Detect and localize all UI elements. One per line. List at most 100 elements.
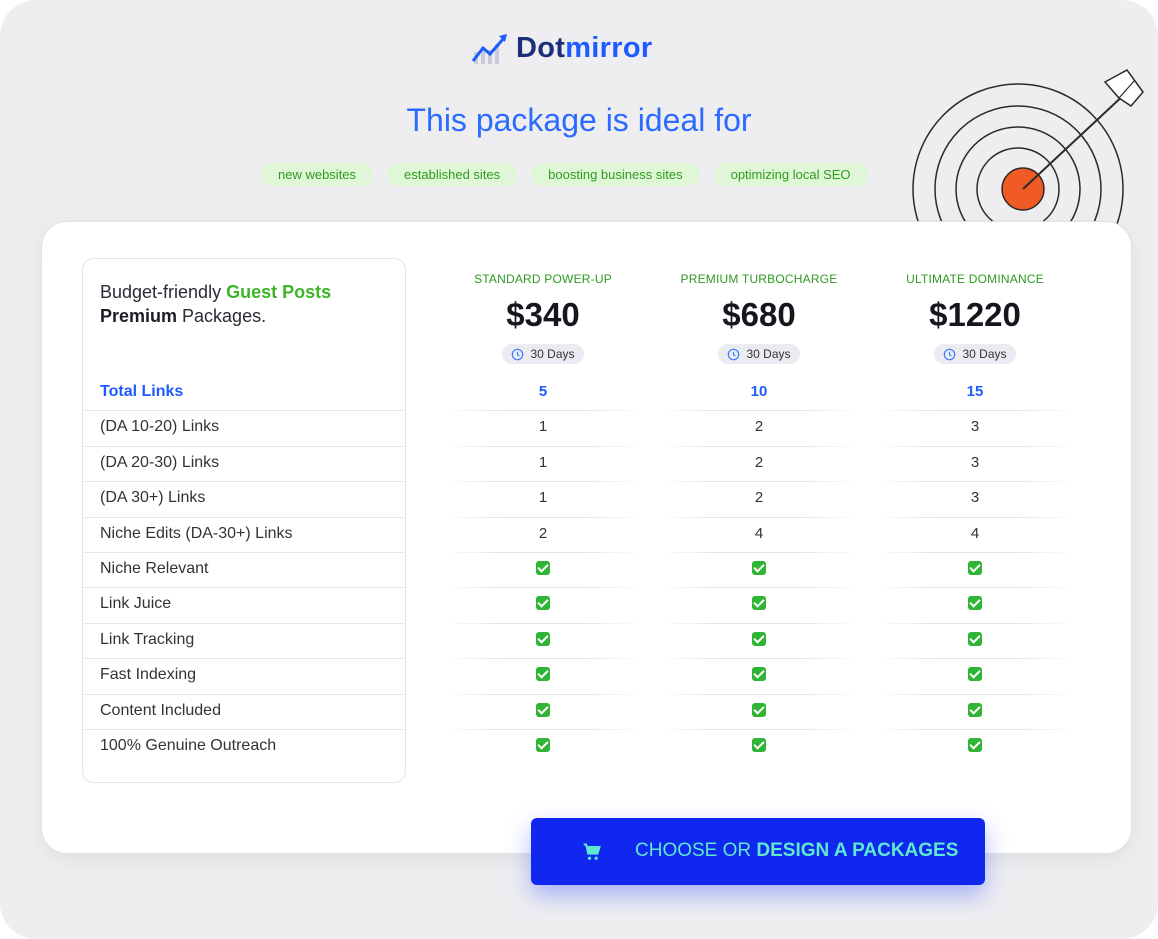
checkmark-icon xyxy=(968,738,982,752)
brand-name-part1: Dot xyxy=(516,31,566,64)
checkmark-icon xyxy=(968,667,982,682)
feature-value xyxy=(435,702,651,721)
feature-value xyxy=(651,667,867,685)
plan-column-2: ULTIMATE DOMINANCE $1220 30 Days xyxy=(867,272,1083,366)
feature-row: Content Included xyxy=(84,694,1084,729)
feature-value: 2 xyxy=(754,489,764,507)
intro-text: Budget-friendly Guest Posts Premium Packa… xyxy=(100,280,380,328)
checkmark-icon xyxy=(536,561,550,575)
feature-label: Total Links xyxy=(100,383,184,400)
plan-duration: 30 Days xyxy=(746,347,791,361)
feature-value: 3 xyxy=(970,418,980,436)
plan-price: $680 xyxy=(722,296,796,333)
plan-column-0: STANDARD POWER-UP $340 30 Days xyxy=(435,272,651,366)
feature-value: 10 xyxy=(750,383,768,400)
intro-pre: Budget-friendly xyxy=(100,282,227,302)
checkmark-icon xyxy=(968,596,982,611)
plan-duration: 30 Days xyxy=(530,347,575,361)
checkmark-icon xyxy=(752,631,766,646)
feature-label: Fast Indexing xyxy=(100,666,197,684)
feature-row: Link Tracking xyxy=(84,623,1084,658)
checkmark-icon xyxy=(752,596,766,611)
feature-value: 15 xyxy=(966,383,984,400)
pricing-card: Budget-friendly Guest Posts Premium Packa… xyxy=(41,221,1132,854)
intro-bold: Premium xyxy=(100,306,178,326)
feature-label: Content Included xyxy=(100,701,221,719)
intro-highlight: Guest Posts xyxy=(226,282,332,302)
checkmark-icon xyxy=(968,631,982,646)
checkmark-icon xyxy=(752,561,766,575)
feature-value: 2 xyxy=(538,524,548,542)
feature-row: Total Links 5 10 15 xyxy=(84,375,1084,410)
feature-row: Niche Edits (DA-30+) Links 2 4 4 xyxy=(84,517,1084,552)
feature-value: 1 xyxy=(538,489,548,507)
feature-value: 1 xyxy=(538,453,548,471)
feature-label: Niche Edits (DA-30+) Links xyxy=(100,524,293,542)
feature-value: 3 xyxy=(970,453,980,471)
cta-text-part1: CHOOSE OR xyxy=(635,840,757,861)
feature-value xyxy=(867,702,1083,721)
checkmark-icon xyxy=(752,702,766,717)
audience-tags: new websites established sites boosting … xyxy=(261,163,868,186)
choose-package-button[interactable]: CHOOSE OR DESIGN A PACKAGES xyxy=(531,818,985,885)
feature-row: (DA 20-30) Links 1 2 3 xyxy=(84,446,1084,481)
feature-row: (DA 10-20) Links 1 2 3 xyxy=(84,410,1084,445)
feature-row: Niche Relevant xyxy=(84,552,1084,587)
checkmark-icon xyxy=(536,596,550,611)
feature-value xyxy=(435,667,651,685)
feature-row: Fast Indexing xyxy=(84,658,1084,693)
choose-package-label: CHOOSE OR DESIGN A PACKAGES xyxy=(635,840,958,862)
feature-value xyxy=(435,631,651,650)
plan-column-1: PREMIUM TURBOCHARGE $680 30 Days xyxy=(651,272,867,366)
plan-duration-badge: 30 Days xyxy=(718,344,800,364)
feature-value xyxy=(651,561,867,579)
feature-value: 1 xyxy=(538,418,548,436)
plan-name: PREMIUM TURBOCHARGE xyxy=(680,272,838,286)
cta-text-part2: DESIGN A PACKAGES xyxy=(756,840,959,861)
brand-logo[interactable]: Dotmirror xyxy=(470,28,690,68)
feature-value xyxy=(651,596,867,614)
feature-value xyxy=(867,561,1083,579)
feature-label: (DA 10-20) Links xyxy=(100,418,220,436)
feature-label: Link Juice xyxy=(100,595,172,613)
cart-icon xyxy=(583,843,601,860)
feature-value xyxy=(867,667,1083,685)
feature-label: 100% Genuine Outreach xyxy=(100,737,277,754)
checkmark-icon xyxy=(536,738,550,752)
feature-value: 3 xyxy=(970,489,980,507)
checkmark-icon xyxy=(968,702,982,717)
feature-value xyxy=(651,738,867,756)
feature-row: Link Juice xyxy=(84,587,1084,622)
checkmark-icon xyxy=(536,702,550,717)
feature-value xyxy=(435,738,651,756)
feature-value: 5 xyxy=(538,383,548,400)
plan-name: ULTIMATE DOMINANCE xyxy=(906,272,1044,286)
plan-duration: 30 Days xyxy=(962,347,1007,361)
clock-icon xyxy=(512,348,524,360)
feature-value: 2 xyxy=(754,418,764,436)
checkmark-icon xyxy=(752,738,766,752)
chart-arrow-icon xyxy=(471,34,507,64)
feature-row: (DA 30+) Links 1 2 3 xyxy=(84,481,1084,516)
feature-label: Link Tracking xyxy=(100,630,195,648)
tag-item: new websites xyxy=(261,163,374,186)
checkmark-icon xyxy=(536,667,550,682)
plan-duration-badge: 30 Days xyxy=(934,344,1016,364)
intro-post: Packages. xyxy=(177,306,267,326)
clock-icon xyxy=(728,348,740,360)
plan-price: $340 xyxy=(506,296,580,333)
feature-value: 2 xyxy=(754,453,764,471)
feature-label: (DA 30+) Links xyxy=(100,489,206,507)
brand-name: Dotmirror xyxy=(516,32,652,65)
checkmark-icon xyxy=(968,561,982,575)
feature-label: Niche Relevant xyxy=(100,560,209,577)
feature-value xyxy=(651,702,867,721)
feature-value xyxy=(651,631,867,650)
checkmark-icon xyxy=(536,631,550,646)
tag-item: boosting business sites xyxy=(531,163,700,186)
brand-name-part2: mirror xyxy=(565,31,653,64)
checkmark-icon xyxy=(752,667,766,682)
feature-value: 4 xyxy=(754,524,764,542)
clock-icon xyxy=(944,348,956,360)
tag-item: optimizing local SEO xyxy=(713,163,868,186)
